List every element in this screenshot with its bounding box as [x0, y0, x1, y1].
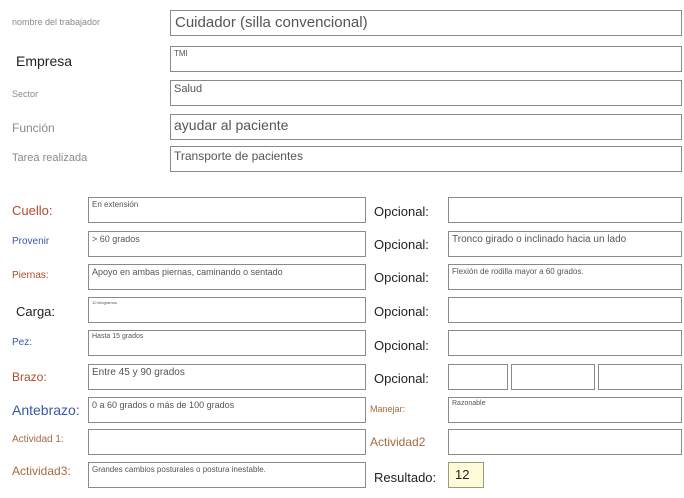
neck-optional-field[interactable]	[448, 197, 682, 223]
wrist-label: Pez:	[12, 337, 33, 348]
neck-field[interactable]: En extensión	[88, 197, 366, 223]
wrist-field[interactable]: Hasta 15 grados	[88, 330, 366, 356]
activity2-label: Actividad2	[370, 435, 426, 449]
legs-optional-field[interactable]: Flexión de rodilla mayor a 60 grados.	[448, 264, 682, 290]
legs-field[interactable]: Apoyo en ambas piernas, caminando o sent…	[88, 264, 366, 290]
function-field[interactable]: ayudar al paciente	[170, 114, 682, 140]
trunk-field[interactable]: > 60 grados	[88, 231, 366, 257]
company-field[interactable]: TMI	[170, 46, 682, 72]
load-label: Carga:	[16, 304, 56, 319]
load-optional-field[interactable]	[448, 297, 682, 323]
trunk-label: Provenir	[12, 236, 50, 247]
wrist-optional-label: Opcional:	[374, 338, 429, 353]
company-label: Empresa	[16, 53, 73, 69]
activity1-field[interactable]	[88, 429, 366, 455]
activity3-field[interactable]: Grandes cambios posturales o postura ine…	[88, 462, 366, 488]
load-field[interactable]: 10 kilogramos	[88, 297, 366, 323]
arm-field[interactable]: Entre 45 y 90 grados	[88, 364, 366, 390]
arm-optional-field-3[interactable]	[598, 364, 682, 390]
arm-optional-field-2[interactable]	[511, 364, 595, 390]
sector-field[interactable]: Salud	[170, 80, 682, 106]
activity3-label: Actividad3:	[12, 464, 71, 478]
legs-optional-label: Opcional:	[374, 270, 429, 285]
result-label: Resultado:	[374, 470, 437, 485]
task-label: Tarea realizada	[12, 152, 88, 164]
trunk-optional-label: Opcional:	[374, 237, 429, 252]
activity2-field[interactable]	[448, 429, 682, 455]
handling-field[interactable]: Razonable	[448, 397, 682, 423]
activity1-label: Actividad 1:	[12, 434, 64, 445]
forearm-label: Antebrazo:	[12, 402, 80, 418]
trunk-optional-field[interactable]: Tronco girado o inclinado hacia un lado	[448, 231, 682, 257]
arm-optional-field-1[interactable]	[448, 364, 508, 390]
forearm-field[interactable]: 0 a 60 grados o más de 100 grados	[88, 397, 366, 423]
sector-label: Sector	[12, 89, 39, 99]
function-label: Función	[12, 121, 55, 135]
arm-label: Brazo:	[12, 370, 47, 384]
wrist-optional-field[interactable]	[448, 330, 682, 356]
worker-name-field[interactable]: Cuidador (silla convencional)	[170, 10, 682, 36]
task-field[interactable]: Transporte de pacientes	[170, 146, 682, 172]
load-optional-label: Opcional:	[374, 304, 429, 319]
neck-optional-label: Opcional:	[374, 204, 429, 219]
legs-label: Piernas:	[12, 270, 49, 281]
arm-optional-label: Opcional:	[374, 371, 429, 386]
handling-label: Manejar:	[370, 404, 406, 414]
worker-name-label: nombre del trabajador	[12, 17, 101, 27]
neck-label: Cuello:	[12, 203, 53, 218]
result-field: 12	[448, 462, 484, 488]
